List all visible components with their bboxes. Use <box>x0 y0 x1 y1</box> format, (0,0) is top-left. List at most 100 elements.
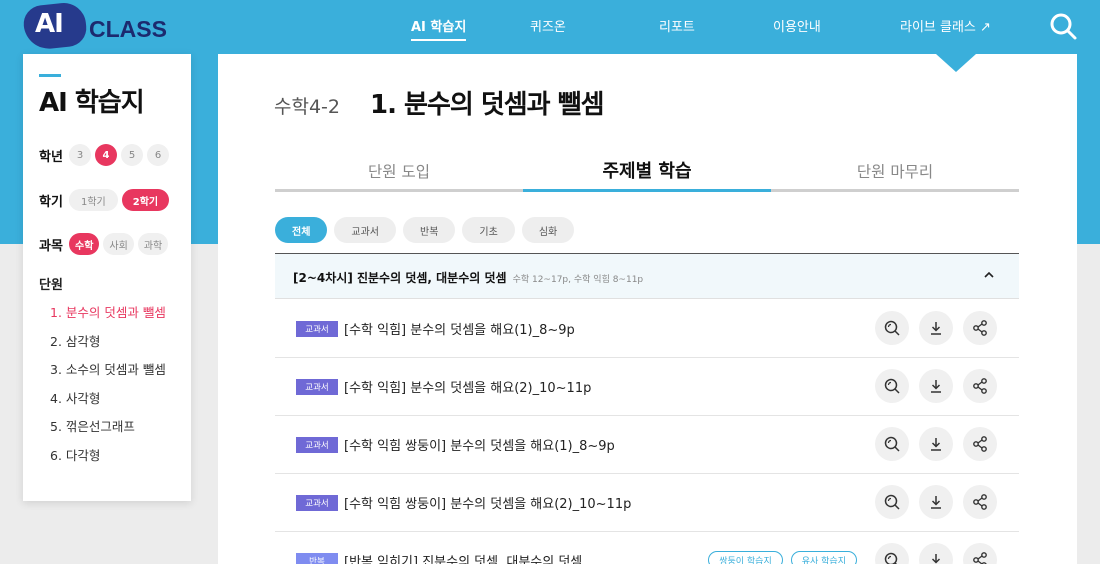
semester-chip-2[interactable]: 2학기 <box>121 189 170 211</box>
share-button[interactable] <box>963 427 997 461</box>
worksheet-title[interactable]: [수학 익힘 쌍둥이] 분수의 덧셈을 해요(2)_10~11p <box>344 493 631 512</box>
tab-topic-learning[interactable]: 주제별 학습 <box>523 154 771 192</box>
grade-label: 학년 <box>39 149 63 165</box>
download-icon <box>931 322 941 335</box>
nav-quiz-on[interactable]: 퀴즈온 <box>530 16 566 35</box>
share-button[interactable] <box>963 543 997 564</box>
twin-worksheet-tag[interactable]: 쌍둥이 학습지 <box>708 551 783 564</box>
unit-item-1[interactable]: 1. 분수의 덧셈과 뺄셈 <box>50 302 166 331</box>
worksheet-row: 교과서 [수학 익힘 쌍둥이] 분수의 덧셈을 해요(2)_10~11p <box>275 474 1019 532</box>
unit-item-5[interactable]: 5. 꺾은선그래프 <box>50 416 166 445</box>
preview-button[interactable] <box>875 427 909 461</box>
subject-label: 수학4-2 <box>274 96 340 118</box>
worksheet-row: 반복 [반복 익히기] 진분수의 덧셈, 대분수의 덧셈 쌍둥이 학습지 유사 … <box>275 532 1019 564</box>
filter-basic[interactable]: 기초 <box>462 217 515 243</box>
filter-advanced[interactable]: 심화 <box>521 217 575 243</box>
download-button[interactable] <box>919 485 953 519</box>
unit-label: 단원 <box>39 278 63 293</box>
nav-ai-worksheet[interactable]: AI 학습지 <box>411 16 467 41</box>
category-badge: 교과서 <box>296 495 338 511</box>
subject-filter: 과목 수학 사회 과학 <box>39 233 172 255</box>
row-actions <box>865 427 997 461</box>
preview-icon <box>884 494 900 510</box>
nav-guide[interactable]: 이용안내 <box>773 16 821 35</box>
grade-chip-4[interactable]: 4 <box>95 144 117 166</box>
logo-ai-text: AI <box>35 9 64 39</box>
group-title-text: [2~4차시] 진분수의 덧셈, 대분수의 덧셈 <box>293 271 507 285</box>
share-button[interactable] <box>963 369 997 403</box>
download-icon <box>931 496 941 509</box>
preview-button[interactable] <box>875 485 909 519</box>
download-button[interactable] <box>919 369 953 403</box>
row-actions <box>865 369 997 403</box>
row-actions: 쌍둥이 학습지 유사 학습지 <box>708 543 997 564</box>
grade-chip-5[interactable]: 5 <box>121 144 143 166</box>
top-header: AI CLASS AI 학습지 퀴즈온 리포트 이용안내 라이브 클래스 ↗ <box>0 0 1100 54</box>
unit-item-3[interactable]: 3. 소수의 덧셈과 뺄셈 <box>50 359 166 388</box>
tab-unit-wrapup[interactable]: 단원 마무리 <box>771 154 1019 189</box>
category-badge: 반복 <box>296 553 338 564</box>
semester-chip-1[interactable]: 1학기 <box>69 189 118 211</box>
worksheet-title[interactable]: [수학 익힘 쌍둥이] 분수의 덧셈을 해요(1)_8~9p <box>344 435 615 454</box>
type-filter-pills: 전체 교과서 반복 기초 심화 <box>275 217 581 243</box>
subject-label: 과목 <box>39 238 63 254</box>
filter-textbook[interactable]: 교과서 <box>334 217 397 243</box>
preview-button[interactable] <box>875 543 909 564</box>
search-icon <box>1050 13 1077 40</box>
nav-live-class[interactable]: 라이브 클래스 ↗ <box>900 16 991 35</box>
preview-icon <box>884 320 900 336</box>
row-actions <box>865 485 997 519</box>
nav-report[interactable]: 리포트 <box>659 16 695 35</box>
worksheet-title[interactable]: [수학 익힘] 분수의 덧셈을 해요(2)_10~11p <box>344 377 591 396</box>
nav-pointer <box>936 54 976 72</box>
grade-chip-3[interactable]: 3 <box>69 144 91 166</box>
download-button[interactable] <box>919 543 953 564</box>
filter-repeat[interactable]: 반복 <box>403 217 456 243</box>
sidebar-title: AI 학습지 <box>39 88 145 118</box>
group-title: [2~4차시] 진분수의 덧셈, 대분수의 덧셈 수학 12~17p, 수학 익힘… <box>293 269 643 286</box>
worksheet-row: 교과서 [수학 익힘] 분수의 덧셈을 해요(2)_10~11p <box>275 358 1019 416</box>
tab-unit-intro[interactable]: 단원 도입 <box>275 154 523 189</box>
worksheet-title[interactable]: [반복 익히기] 진분수의 덧셈, 대분수의 덧셈 <box>344 551 582 564</box>
sidebar: AI 학습지 학년 3 4 5 6 학기 1학기 2학기 과목 수학 사회 과학… <box>23 54 191 501</box>
share-icon <box>973 552 987 564</box>
category-badge: 교과서 <box>296 321 338 337</box>
category-badge: 교과서 <box>296 437 338 453</box>
unit-item-2[interactable]: 2. 삼각형 <box>50 331 166 360</box>
logo[interactable]: AI CLASS <box>21 0 182 52</box>
subject-chip-math[interactable]: 수학 <box>69 233 100 255</box>
download-button[interactable] <box>919 427 953 461</box>
category-badge: 교과서 <box>296 379 338 395</box>
semester-label: 학기 <box>39 194 63 210</box>
row-actions <box>865 311 997 345</box>
share-button[interactable] <box>963 311 997 345</box>
lesson-group-header[interactable]: [2~4차시] 진분수의 덧셈, 대분수의 덧셈 수학 12~17p, 수학 익힘… <box>275 253 1019 299</box>
similar-worksheet-tag[interactable]: 유사 학습지 <box>790 551 857 564</box>
unit-list: 1. 분수의 덧셈과 뺄셈 2. 삼각형 3. 소수의 덧셈과 뺄셈 4. 사각… <box>50 302 166 473</box>
worksheet-title[interactable]: [수학 익힘] 분수의 덧셈을 해요(1)_8~9p <box>344 319 575 338</box>
filter-all[interactable]: 전체 <box>275 217 328 243</box>
unit-item-4[interactable]: 4. 사각형 <box>50 388 166 417</box>
collapse-toggle[interactable] <box>981 267 997 283</box>
share-button[interactable] <box>963 485 997 519</box>
chevron-up-icon <box>984 271 994 278</box>
share-icon <box>973 378 987 394</box>
subject-chip-social[interactable]: 사회 <box>103 233 134 255</box>
main-panel: 수학4-2 1. 분수의 덧셈과 뺄셈 단원 도입 주제별 학습 단원 마무리 … <box>218 54 1077 564</box>
preview-button[interactable] <box>875 311 909 345</box>
preview-button[interactable] <box>875 369 909 403</box>
search-button[interactable] <box>1048 11 1078 41</box>
download-button[interactable] <box>919 311 953 345</box>
grade-filter: 학년 3 4 5 6 <box>39 144 173 166</box>
worksheet-row: 교과서 [수학 익힘 쌍둥이] 분수의 덧셈을 해요(1)_8~9p <box>275 416 1019 474</box>
preview-icon <box>884 552 898 564</box>
download-icon <box>931 554 941 564</box>
worksheet-row: 교과서 [수학 익힘] 분수의 덧셈을 해요(1)_8~9p <box>275 300 1019 358</box>
share-icon <box>973 494 987 510</box>
unit-item-6[interactable]: 6. 다각형 <box>50 445 166 474</box>
share-icon <box>973 436 987 452</box>
logo-class-text: CLASS <box>89 16 167 42</box>
subject-chip-science[interactable]: 과학 <box>137 233 169 255</box>
sidebar-accent-bar <box>39 74 61 77</box>
grade-chip-6[interactable]: 6 <box>147 144 169 166</box>
